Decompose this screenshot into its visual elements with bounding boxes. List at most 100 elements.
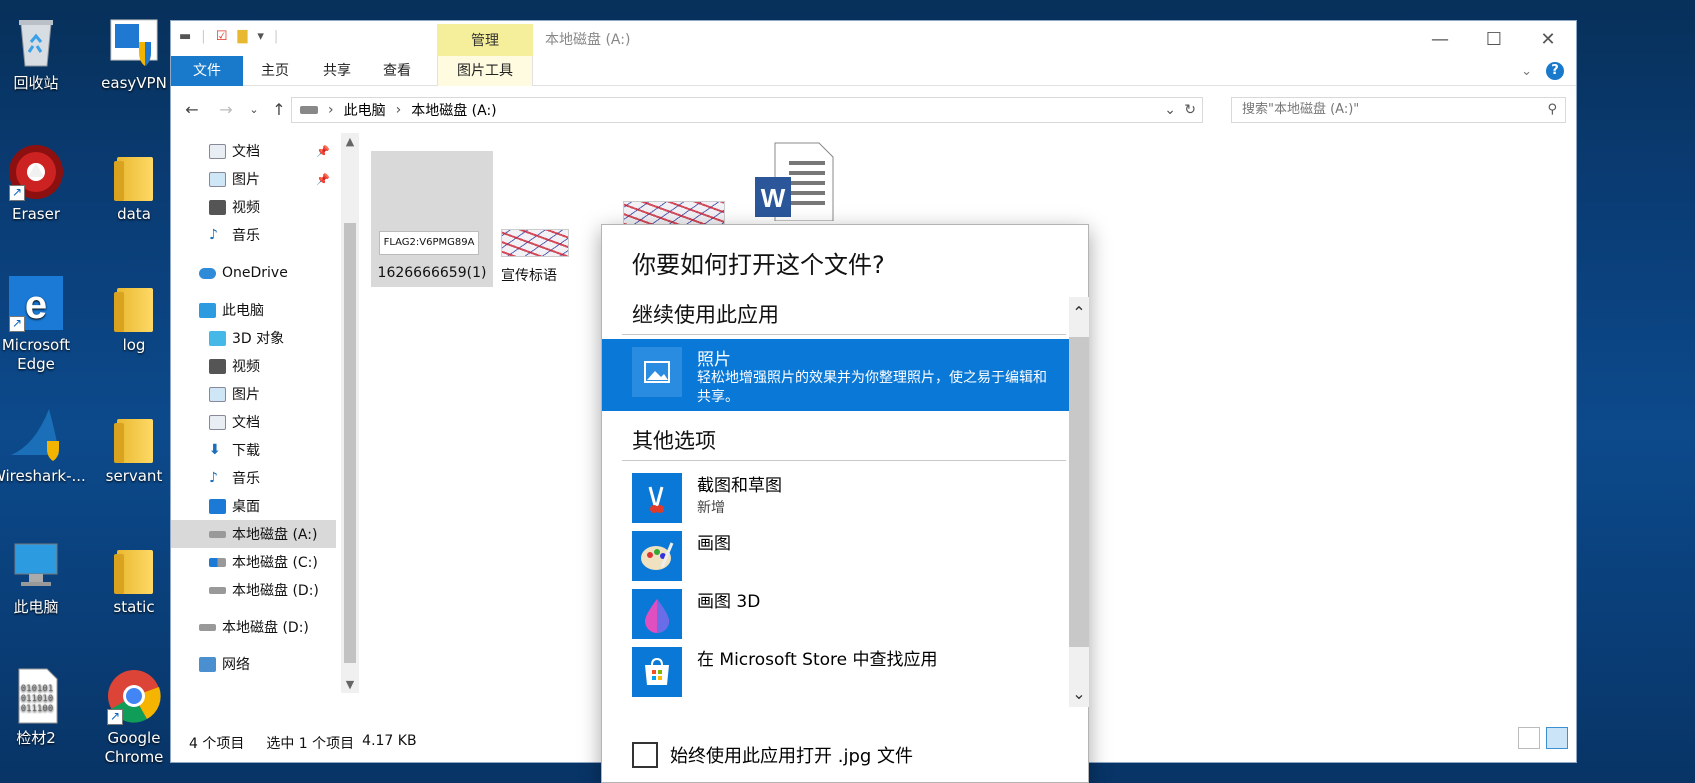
nav-item-videos[interactable]: 视频 <box>171 193 336 221</box>
item-count: 4 个项目 <box>189 736 245 752</box>
scroll-up-icon[interactable]: ⌃ <box>1069 303 1089 322</box>
desktop-icon-servant[interactable]: servant <box>89 405 179 486</box>
nav-item-videos-2[interactable]: 视频 <box>171 352 336 380</box>
minimize-button[interactable]: — <box>1415 25 1465 55</box>
photos-icon <box>632 347 682 397</box>
nav-item-documents[interactable]: 文档 📌 <box>171 137 336 165</box>
always-use-option[interactable]: 始终使用此应用打开 .jpg 文件 <box>632 742 913 768</box>
app-name: 照片 <box>697 350 731 370</box>
nav-label: 本地磁盘 (D:) <box>232 583 319 599</box>
recent-locations-icon[interactable]: ⌄ <box>243 99 265 121</box>
nav-item-3d-objects[interactable]: 3D 对象 <box>171 324 336 352</box>
nav-item-music[interactable]: ♪ 音乐 <box>171 221 336 249</box>
desktop-icon-recycle-bin[interactable]: 回收站 <box>0 12 81 93</box>
refresh-icon[interactable]: ↻ <box>1184 102 1196 118</box>
scroll-thumb[interactable] <box>1069 337 1089 647</box>
always-use-checkbox[interactable] <box>632 742 658 768</box>
nav-item-drive-c[interactable]: 本地磁盘 (C:) <box>171 548 336 576</box>
tab-home[interactable]: 主页 <box>243 56 307 86</box>
desktop-icon-easyvpn[interactable]: easyVPN <box>89 12 179 93</box>
file-item[interactable] <box>623 151 725 231</box>
pin-icon[interactable]: 📌 <box>316 145 330 158</box>
expand-ribbon-icon[interactable]: ⌄ <box>1521 64 1532 79</box>
forward-icon[interactable]: → <box>215 99 237 121</box>
nav-item-pictures-2[interactable]: 图片 <box>171 380 336 408</box>
scroll-down-icon[interactable]: ⌄ <box>1069 684 1089 703</box>
nav-scrollbar[interactable]: ▲ ▼ <box>341 133 359 693</box>
customize-toolbar-icon[interactable]: ▾ <box>257 29 264 44</box>
new-folder-icon[interactable]: ▇ <box>237 29 247 44</box>
desktop-icon-this-pc[interactable]: 此电脑 <box>0 536 81 617</box>
file-item[interactable]: FLAG2:V6PMG89A 1626666659(1) <box>371 151 493 287</box>
nav-item-downloads[interactable]: ⬇ 下载 <box>171 436 336 464</box>
nav-item-drive-a[interactable]: 本地磁盘 (A:) <box>171 520 336 548</box>
nav-item-drive-d[interactable]: 本地磁盘 (D:) <box>171 576 336 604</box>
desktop-icon-label: easyVPN <box>101 74 167 92</box>
nav-label: 文档 <box>232 144 260 160</box>
nav-label: 下载 <box>232 443 260 459</box>
desktop-icon-data[interactable]: data <box>89 143 179 224</box>
scroll-down-icon[interactable]: ▼ <box>341 678 359 691</box>
desktop-icon-label: Wireshark-... <box>0 467 86 485</box>
music-icon: ♪ <box>209 227 218 243</box>
store-icon <box>632 647 682 697</box>
search-input[interactable]: 搜索"本地磁盘 (A:)" ⚲ <box>1231 97 1566 123</box>
properties-icon[interactable]: ☑ <box>216 29 228 44</box>
video-icon <box>209 199 226 215</box>
document-icon <box>209 414 226 430</box>
edge-icon: e ↗ <box>7 274 65 332</box>
address-bar[interactable]: › 此电脑 › 本地磁盘 (A:) ⌄ ↻ <box>291 97 1203 123</box>
details-view-icon[interactable] <box>1518 727 1540 749</box>
app-option-store[interactable]: 在 Microsoft Store 中查找应用 <box>602 639 1069 711</box>
desktop-icon-wireshark[interactable]: Wireshark-... <box>0 405 86 486</box>
address-dropdown-icon[interactable]: ⌄ <box>1164 102 1176 118</box>
desktop-icon-static[interactable]: static <box>89 536 179 617</box>
file-item[interactable]: W <box>751 141 841 222</box>
app-new-badge: 新增 <box>697 500 725 516</box>
tab-manage[interactable]: 管理 <box>437 24 533 56</box>
back-icon[interactable]: ← <box>181 99 203 121</box>
picture-icon <box>209 171 226 187</box>
tab-view[interactable]: 查看 <box>367 56 427 86</box>
nav-item-desktop[interactable]: 桌面 <box>171 492 336 520</box>
wireshark-icon <box>7 405 65 463</box>
up-icon[interactable]: ↑ <box>268 99 290 121</box>
nav-label: 视频 <box>232 359 260 375</box>
nav-item-this-pc[interactable]: 此电脑 <box>171 296 336 324</box>
desktop-icon-edge[interactable]: e ↗ Microsoft Edge <box>0 274 81 374</box>
nav-item-onedrive[interactable]: OneDrive <box>171 259 336 287</box>
tab-share[interactable]: 共享 <box>307 56 367 86</box>
nav-item-documents-2[interactable]: 文档 <box>171 408 336 436</box>
scroll-up-icon[interactable]: ▲ <box>341 135 359 148</box>
nav-item-music-2[interactable]: ♪ 音乐 <box>171 464 336 492</box>
desktop-icon-eraser[interactable]: ↗ Eraser <box>0 143 81 224</box>
desktop-icon-jiancai2[interactable]: 010101 011010 011100 检材2 <box>0 667 81 748</box>
drive-icon: ▬ <box>179 29 192 44</box>
desktop-icon-label: 回收站 <box>13 74 59 92</box>
pin-icon[interactable]: 📌 <box>316 173 330 186</box>
close-button[interactable]: ✕ <box>1523 25 1573 55</box>
nav-label: OneDrive <box>222 265 288 281</box>
nav-item-drive-d-root[interactable]: 本地磁盘 (D:) <box>171 613 336 641</box>
scroll-thumb[interactable] <box>344 223 356 663</box>
desktop-icon-log[interactable]: log <box>89 274 179 355</box>
app-name: 截图和草图 <box>697 476 782 496</box>
window-title: 本地磁盘 (A:) <box>545 32 631 48</box>
quick-access-toolbar: ▬ | ☑ ▇ ▾ | <box>179 29 279 44</box>
breadcrumb-drive-a[interactable]: 本地磁盘 (A:) <box>411 100 496 120</box>
large-icons-view-icon[interactable] <box>1546 727 1568 749</box>
nav-item-pictures[interactable]: 图片 📌 <box>171 165 336 193</box>
breadcrumb-this-pc[interactable]: 此电脑 <box>344 100 386 120</box>
nav-item-network[interactable]: 网络 <box>171 650 336 678</box>
desktop-icon-chrome[interactable]: ↗ Google Chrome <box>89 667 179 767</box>
nav-label: 桌面 <box>232 499 260 515</box>
windows-drive-icon <box>209 557 226 567</box>
chrome-icon: ↗ <box>105 667 163 725</box>
nav-label: 3D 对象 <box>232 331 285 347</box>
tab-picture-tools[interactable]: 图片工具 <box>437 56 533 86</box>
dialog-scrollbar[interactable]: ⌃ ⌄ <box>1069 297 1089 707</box>
tab-file[interactable]: 文件 <box>171 56 243 86</box>
help-icon[interactable]: ? <box>1546 62 1564 80</box>
app-option-photos[interactable]: 照片 轻松地增强照片的效果并为你整理照片，使之易于编辑和共享。 <box>602 339 1069 411</box>
maximize-button[interactable]: ☐ <box>1469 25 1519 55</box>
